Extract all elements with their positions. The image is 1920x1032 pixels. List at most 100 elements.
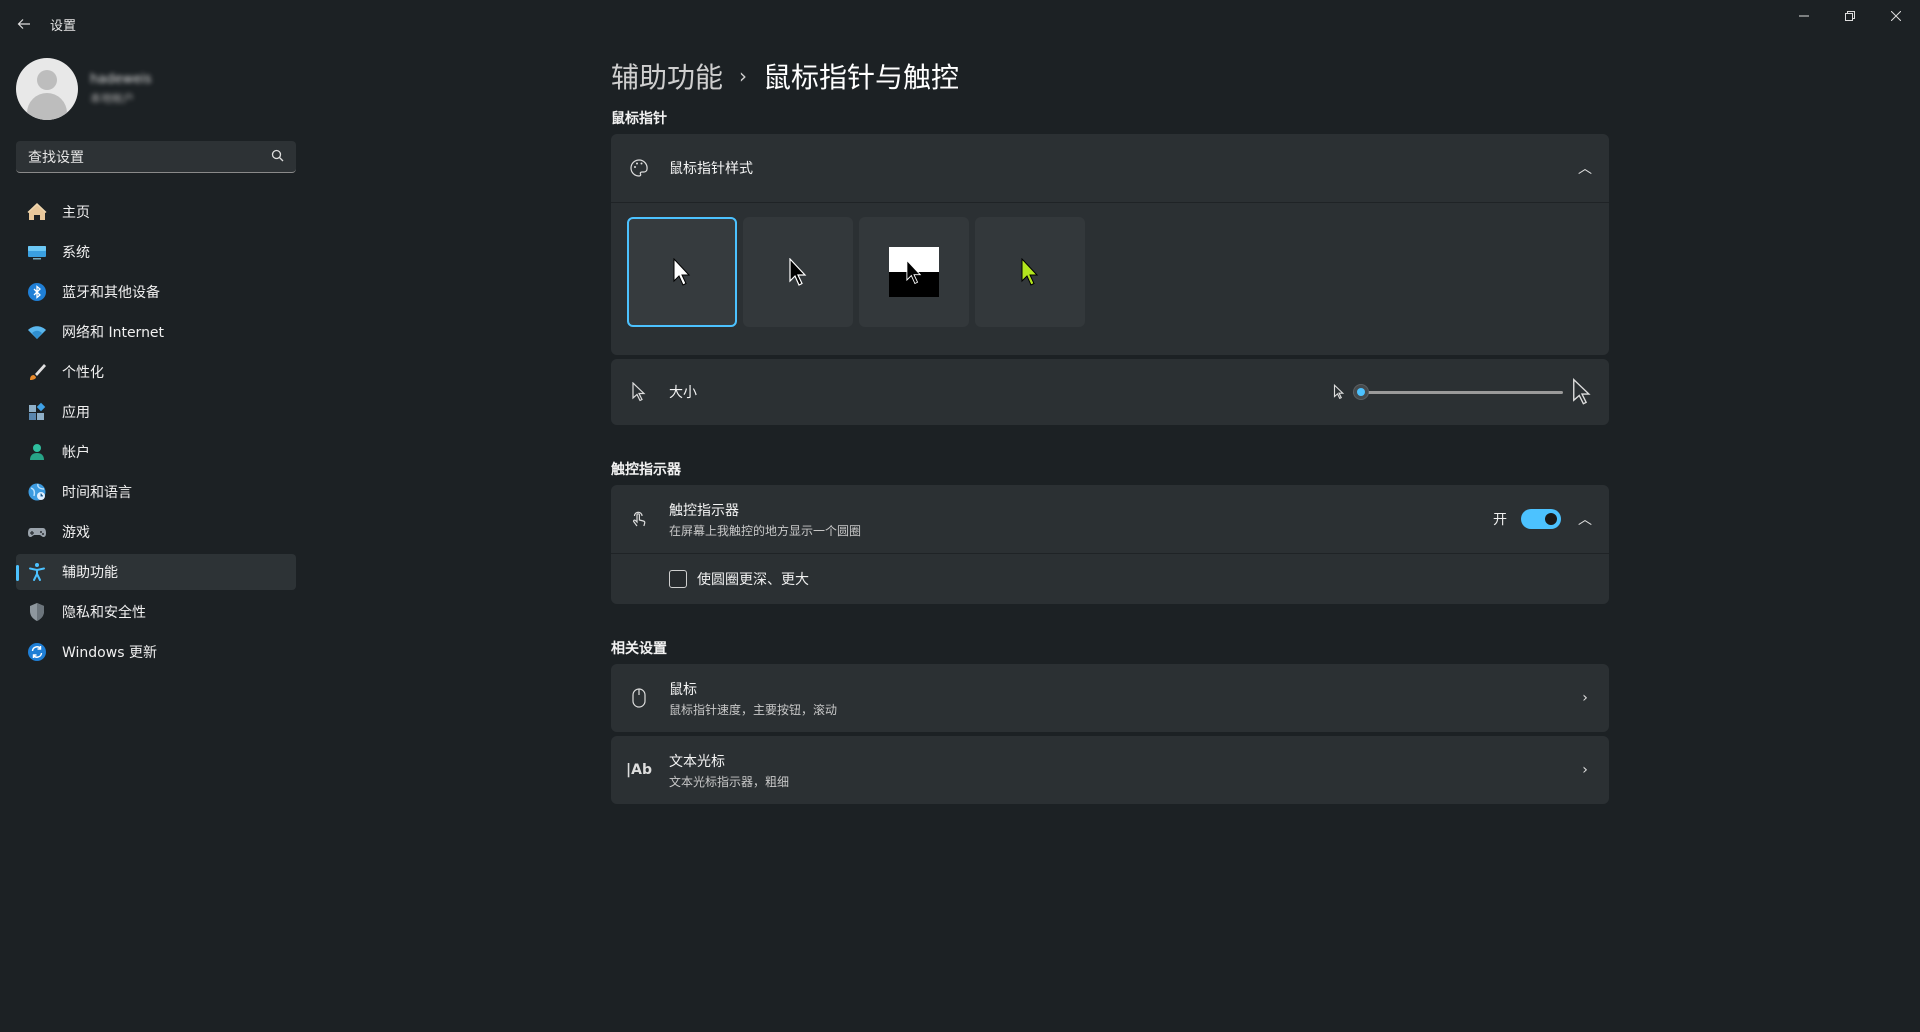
back-arrow-icon [17,19,30,29]
large-pointer-icon [1573,378,1591,405]
profile-name: hadeweis [90,72,152,87]
touch-indicator-card: 触控指示器 在屏幕上我触控的地方显示一个圆圈 开 ︿ 使圆圈更深、更大 [611,485,1609,604]
related-mouse-row[interactable]: 鼠标 鼠标指针速度，主要按钮，滚动 › [611,664,1609,732]
toggle-state-label: 开 [1493,512,1507,528]
sidebar-item-time-language[interactable]: 时间和语言 [16,474,296,510]
sidebar-item-privacy[interactable]: 隐私和安全性 [16,594,296,630]
time-language-icon [26,481,48,503]
apps-icon [26,401,48,423]
sidebar-item-accounts[interactable]: 帐户 [16,434,296,470]
touch-indicator-title: 触控指示器 [669,502,739,519]
sidebar-item-apps[interactable]: 应用 [16,394,296,430]
breadcrumb-parent[interactable]: 辅助功能 [611,56,723,96]
title-bar: 设置 [0,0,1920,48]
sidebar-item-label: 系统 [62,245,90,261]
pointer-style-white[interactable] [627,217,737,327]
sidebar-item-bluetooth[interactable]: 蓝牙和其他设备 [16,274,296,310]
related-mouse-subtitle: 鼠标指针速度，主要按钮，滚动 [669,702,838,717]
touch-icon [627,507,651,531]
sidebar-item-label: 应用 [62,405,90,421]
chevron-right-icon: › [1582,690,1588,706]
system-icon [26,241,48,263]
brush-icon [26,361,48,383]
breadcrumb: 辅助功能 › 鼠标指针与触控 [611,56,1609,96]
search-box[interactable] [16,141,296,173]
related-text-cursor-row[interactable]: |Ab 文本光标 文本光标指示器，粗细 › [611,736,1609,804]
accessibility-icon [26,561,48,583]
chevron-right-icon: › [739,64,748,88]
close-icon [1891,11,1901,21]
sidebar-item-label: 隐私和安全性 [62,605,146,621]
close-button[interactable] [1873,0,1919,32]
pointer-style-black[interactable] [743,217,853,327]
pointer-style-header[interactable]: 鼠标指针样式 ︿ [611,134,1609,202]
slider-thumb[interactable] [1353,384,1369,400]
back-button[interactable] [12,12,36,36]
section-title-mouse-pointer: 鼠标指针 [611,111,667,127]
touch-indicator-row[interactable]: 触控指示器 在屏幕上我触控的地方显示一个圆圈 开 ︿ [611,485,1609,553]
network-icon [26,321,48,343]
sidebar-item-system[interactable]: 系统 [16,234,296,270]
restore-icon [1845,11,1855,21]
small-pointer-icon [1333,384,1345,400]
related-text-cursor-title: 文本光标 [669,753,725,770]
profile-account-type: 本地帐户 [90,92,134,105]
darker-circle-label[interactable]: 使圆圈更深、更大 [697,569,809,589]
section-title-touch: 触控指示器 [611,462,681,478]
pointer-size-card: 大小 [611,359,1609,425]
minimize-button[interactable] [1781,0,1827,32]
sidebar-item-accessibility[interactable]: 辅助功能 [16,554,296,590]
touch-indicator-subtitle: 在屏幕上我触控的地方显示一个圆圈 [669,523,862,538]
related-text-cursor-subtitle: 文本光标指示器，粗细 [669,774,790,789]
pointer-style-title: 鼠标指针样式 [669,161,753,177]
minimize-icon [1799,15,1809,17]
page-title: 鼠标指针与触控 [763,61,960,94]
main-content: 辅助功能 › 鼠标指针与触控 鼠标指针 鼠标指针样式 ︿ 大小 触控指示器 触控… [611,56,1609,804]
restore-button[interactable] [1827,0,1873,32]
chevron-up-icon[interactable]: ︿ [1577,158,1593,178]
update-icon [26,641,48,663]
pointer-style-inverted[interactable] [859,217,969,327]
darker-circle-checkbox[interactable] [669,570,687,588]
chevron-right-icon: › [1582,762,1588,778]
sidebar-item-label: 蓝牙和其他设备 [62,285,160,301]
cursor-custom-icon [1021,258,1039,286]
home-icon [26,201,48,223]
search-icon[interactable] [270,148,286,164]
cursor-inverted-icon [889,247,939,297]
sidebar-item-label: 帐户 [62,445,90,461]
pointer-style-custom[interactable] [975,217,1085,327]
related-mouse-card[interactable]: 鼠标 鼠标指针速度，主要按钮，滚动 › [611,664,1609,732]
pointer-size-row: 大小 [611,359,1609,425]
shield-icon [26,601,48,623]
sidebar-item-label: 时间和语言 [62,485,132,501]
cursor-white-icon [673,258,691,286]
pointer-style-card: 鼠标指针样式 ︿ [611,134,1609,355]
touch-indicator-toggle[interactable] [1521,509,1561,529]
user-profile[interactable]: hadeweis 本地帐户 [16,56,296,120]
gamepad-icon [26,521,48,543]
search-input[interactable] [26,147,270,169]
sidebar-item-label: Windows 更新 [62,645,157,661]
pointer-style-options [611,203,1609,355]
palette-icon [627,156,651,180]
related-mouse-title: 鼠标 [669,681,697,698]
sidebar-item-label: 主页 [62,205,90,221]
chevron-up-icon[interactable]: ︿ [1577,509,1593,529]
sidebar-item-network[interactable]: 网络和 Internet [16,314,296,350]
pointer-size-slider[interactable] [1353,382,1563,402]
sidebar-item-label: 辅助功能 [62,565,118,581]
sidebar-nav: 主页 系统 蓝牙和其他设备 网络和 Internet 个性化 应用 帐户 时间和… [16,194,296,674]
account-icon [26,441,48,463]
window-title: 设置 [50,19,77,34]
sidebar-item-gaming[interactable]: 游戏 [16,514,296,550]
pointer-icon [627,380,651,404]
sidebar-item-home[interactable]: 主页 [16,194,296,230]
related-text-cursor-card[interactable]: |Ab 文本光标 文本光标指示器，粗细 › [611,736,1609,804]
bluetooth-icon [26,281,48,303]
pointer-size-label: 大小 [669,385,697,401]
mouse-icon [627,686,651,710]
sidebar-item-personalization[interactable]: 个性化 [16,354,296,390]
sidebar-item-windows-update[interactable]: Windows 更新 [16,634,296,670]
cursor-black-icon [789,258,807,286]
